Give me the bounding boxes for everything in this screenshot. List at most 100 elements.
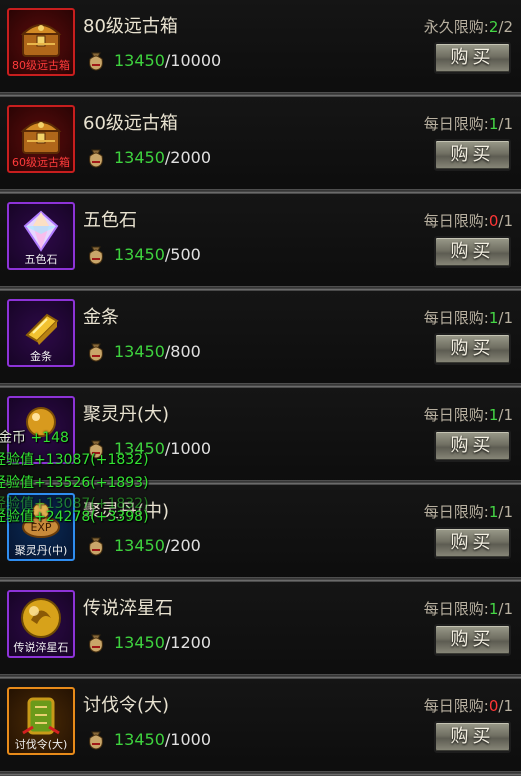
purchase-limit: 每日限购:1/1 <box>424 598 513 619</box>
item-name: 聚灵丹(大) <box>83 404 170 425</box>
limit-total: /1 <box>498 115 513 133</box>
currency-bag-icon <box>86 534 106 556</box>
limit-used-count: 1 <box>488 503 499 521</box>
shop-item-row: 60级远古箱 60级远古箱 13450/2000 每日限购:1/1 购买 <box>0 97 521 194</box>
currency-owned: 13450 <box>114 50 165 70</box>
item-icon-frame[interactable] <box>7 396 75 464</box>
price-required: /500 <box>164 244 201 264</box>
limit-label: 永久限购: <box>423 18 489 36</box>
chest-icon <box>17 14 65 60</box>
item-icon-caption: 金条 <box>30 350 52 363</box>
buy-button[interactable]: 购买 <box>434 333 511 365</box>
item-price: 13450/1000 <box>86 727 211 751</box>
item-price: 13450/1000 <box>86 436 211 460</box>
buy-button[interactable]: 购买 <box>434 624 511 656</box>
purchase-limit: 每日限购:1/1 <box>424 113 513 134</box>
item-price: 13450/500 <box>86 242 201 266</box>
currency-bag-icon <box>86 49 106 71</box>
limit-used-count: 1 <box>488 600 499 618</box>
star-stone-icon <box>17 596 65 642</box>
currency-owned: 13450 <box>114 147 165 167</box>
buy-button[interactable]: 购买 <box>434 236 511 268</box>
limit-used-count: 2 <box>488 18 499 36</box>
buy-button[interactable]: 购买 <box>434 430 511 462</box>
limit-used-count: 0 <box>488 212 499 230</box>
item-icon-caption: 60级远古箱 <box>12 156 70 169</box>
currency-owned: 13450 <box>114 341 165 361</box>
purchase-limit: 每日限购:1/1 <box>424 307 513 328</box>
item-name: 讨伐令(大) <box>83 695 170 716</box>
buy-button[interactable]: 购买 <box>434 527 511 559</box>
shop-item-row: 五色石 五色石 13450/500 每日限购:0/1 购买 <box>0 194 521 291</box>
limit-used-count: 0 <box>488 697 499 715</box>
item-price: 13450/200 <box>86 533 201 557</box>
limit-used-count: 1 <box>488 309 499 327</box>
item-price: 13450/1200 <box>86 630 211 654</box>
limit-total: /1 <box>498 697 513 715</box>
limit-label: 每日限购: <box>423 503 489 521</box>
purchase-limit: 每日限购:0/1 <box>424 695 513 716</box>
limit-label: 每日限购: <box>423 212 489 230</box>
price-required: /1000 <box>164 438 212 458</box>
shop-item-row: 传说淬星石 传说淬星石 13450/1200 每日限购:1/1 购买 <box>0 582 521 679</box>
item-icon-frame[interactable]: 80级远古箱 <box>7 8 75 76</box>
chest-icon <box>17 111 65 157</box>
purchase-limit: 每日限购:0/1 <box>424 210 513 231</box>
limit-total: /1 <box>498 503 513 521</box>
gold-bar-icon <box>17 305 65 351</box>
price-required: /10000 <box>164 50 222 70</box>
item-name: 聚灵丹(中) <box>83 501 170 522</box>
currency-owned: 13450 <box>114 632 165 652</box>
item-icon-frame[interactable]: 金条 <box>7 299 75 367</box>
limit-used-count: 1 <box>488 115 499 133</box>
item-icon-frame[interactable]: 60级远古箱 <box>7 105 75 173</box>
currency-owned: 13450 <box>114 729 165 749</box>
currency-owned: 13450 <box>114 535 165 555</box>
currency-owned: 13450 <box>114 438 165 458</box>
currency-owned: 13450 <box>114 244 165 264</box>
token-icon <box>17 693 65 739</box>
shop-item-row: 金条 金条 13450/800 每日限购:1/1 购买 <box>0 291 521 388</box>
item-price: 13450/2000 <box>86 145 211 169</box>
shop-item-row: 聚灵丹(大) 13450/1000 每日限购:1/1 购买 <box>0 388 521 485</box>
buy-button[interactable]: 购买 <box>434 721 511 753</box>
item-icon-frame[interactable]: 讨伐令(大) <box>7 687 75 755</box>
currency-bag-icon <box>86 243 106 265</box>
item-name: 60级远古箱 <box>83 113 178 134</box>
item-name: 传说淬星石 <box>83 598 173 619</box>
limit-label: 每日限购: <box>423 697 489 715</box>
limit-total: /1 <box>498 212 513 230</box>
item-icon-frame[interactable]: EXP 聚灵丹(中) <box>7 493 75 561</box>
item-icon-caption: 五色石 <box>24 253 58 266</box>
limit-label: 每日限购: <box>423 309 489 327</box>
item-icon-frame[interactable]: 传说淬星石 <box>7 590 75 658</box>
purchase-limit: 每日限购:1/1 <box>424 404 513 425</box>
item-icon-frame[interactable]: 五色石 <box>7 202 75 270</box>
limit-total: /1 <box>498 600 513 618</box>
item-icon-caption: 传说淬星石 <box>13 641 69 654</box>
item-icon-caption: 讨伐令(大) <box>14 738 68 751</box>
limit-total: /1 <box>498 309 513 327</box>
buy-button[interactable]: 购买 <box>434 139 511 171</box>
buy-button[interactable]: 购买 <box>434 42 511 74</box>
limit-total: /1 <box>498 406 513 424</box>
price-required: /200 <box>164 535 201 555</box>
svg-text:EXP: EXP <box>30 521 51 534</box>
exp-pill-icon: EXP <box>17 499 65 545</box>
shop-list: 80级远古箱 80级远古箱 13450/10000 永久限购:2/2 购买 60级远古箱 6… <box>0 0 521 776</box>
purchase-limit: 每日限购:1/1 <box>424 501 513 522</box>
price-required: /1200 <box>164 632 212 652</box>
price-required: /1000 <box>164 729 212 749</box>
item-name: 80级远古箱 <box>83 16 178 37</box>
limit-label: 每日限购: <box>423 406 489 424</box>
currency-bag-icon <box>86 728 106 750</box>
item-name: 五色石 <box>83 210 137 231</box>
limit-used-count: 1 <box>488 406 499 424</box>
shop-item-row: EXP 聚灵丹(中) 聚灵丹(中) 13450/200 每日限购:1/1 购买 <box>0 485 521 582</box>
orb-icon <box>17 402 65 448</box>
limit-label: 每日限购: <box>423 600 489 618</box>
price-required: /800 <box>164 341 201 361</box>
shop-item-row: 讨伐令(大) 讨伐令(大) 13450/1000 每日限购:0/1 购买 <box>0 679 521 776</box>
item-name: 金条 <box>83 307 119 328</box>
item-price: 13450/800 <box>86 339 201 363</box>
